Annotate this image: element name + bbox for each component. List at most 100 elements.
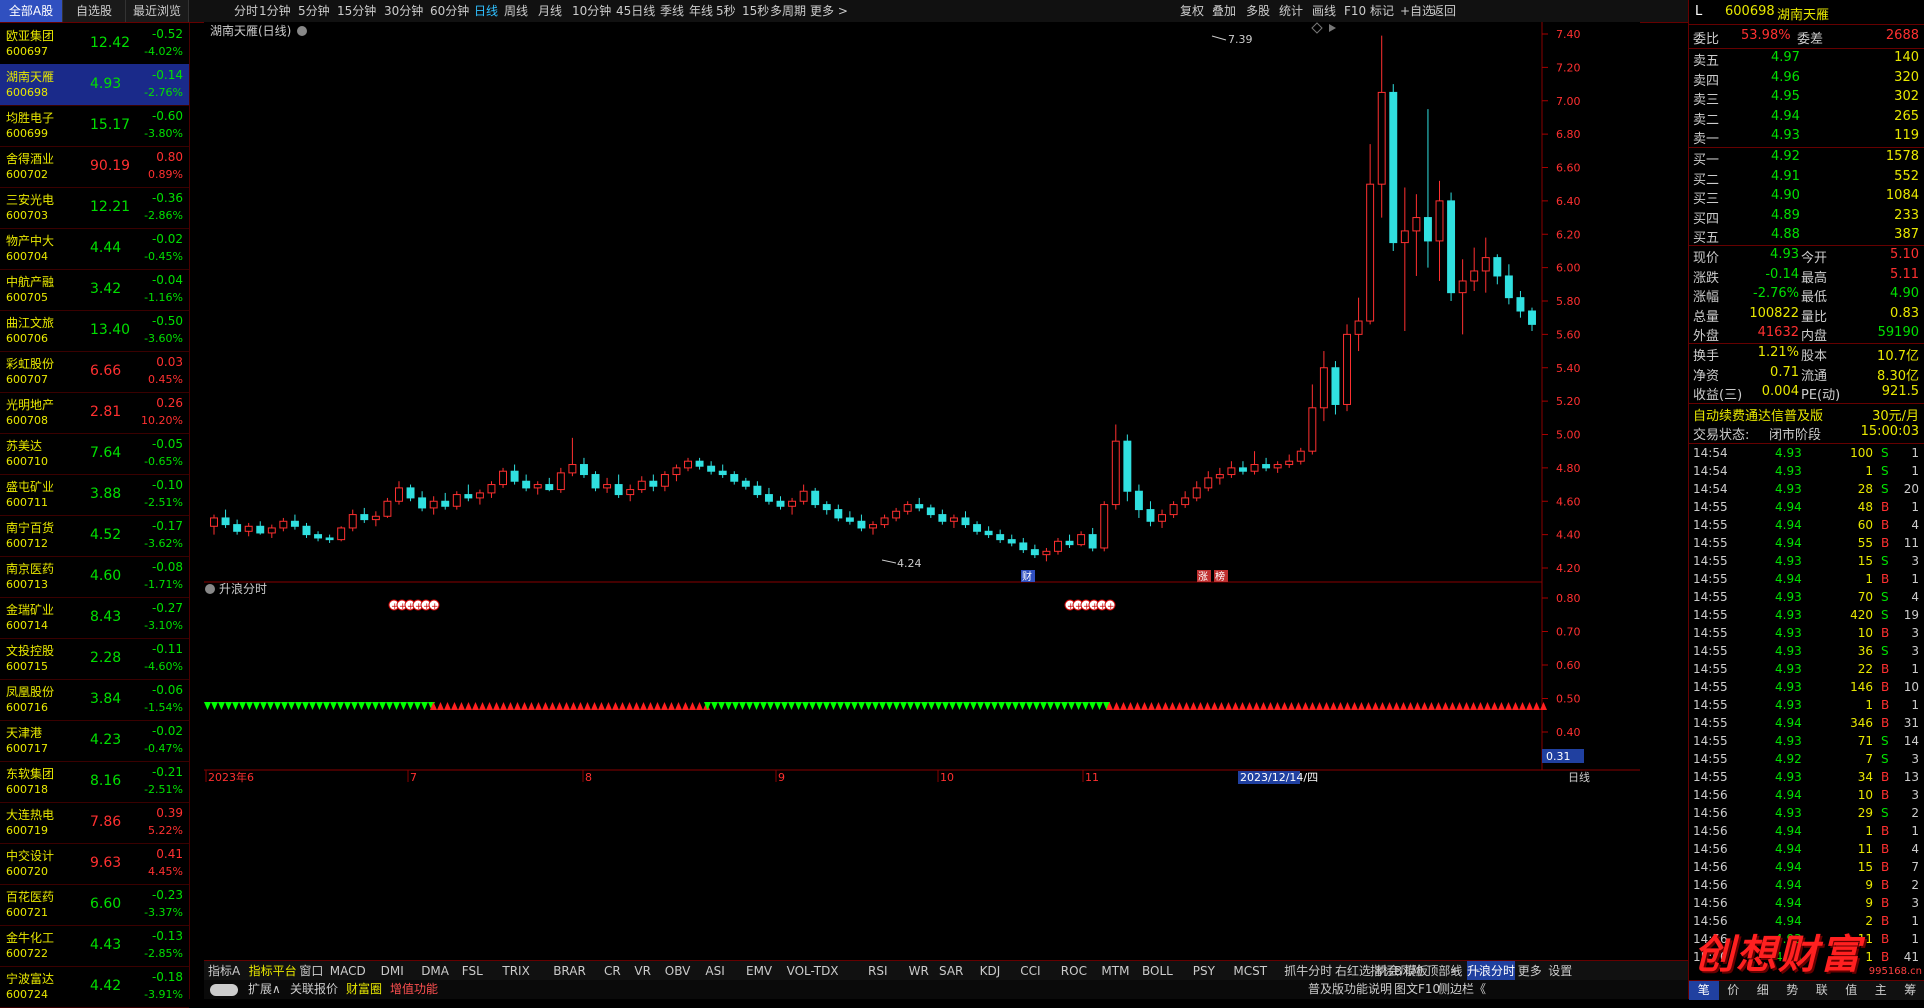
period-tab[interactable]: 45日线: [616, 0, 655, 22]
indicator-tab[interactable]: MCST: [1233, 961, 1267, 981]
indicator-tab[interactable]: OBV: [665, 961, 691, 981]
indicator-tab[interactable]: PSY: [1193, 961, 1215, 981]
period-tab[interactable]: 周线: [504, 0, 528, 22]
indicator-tab[interactable]: CCI: [1020, 961, 1040, 981]
ask-row[interactable]: 卖三4.95302: [1689, 89, 1924, 108]
toolbar-action-button[interactable]: 复权: [1180, 0, 1204, 22]
stock-row[interactable]: 中交设计6007209.630.414.45%: [0, 843, 189, 885]
extension-link[interactable]: 侧边栏《: [1438, 980, 1486, 999]
indicator-tab[interactable]: TRIX: [502, 961, 529, 981]
quote-bottom-tab[interactable]: 主: [1866, 981, 1896, 1000]
bid-row[interactable]: 买一4.921578: [1689, 149, 1924, 168]
tab-watchlist[interactable]: 自选股: [63, 0, 126, 22]
stock-row[interactable]: 欧亚集团60069712.42-0.52-4.02%: [0, 23, 189, 65]
toolbar-action-button[interactable]: 画线: [1312, 0, 1336, 22]
extension-link[interactable]: 普及版功能说明: [1308, 980, 1392, 999]
indicator-tab[interactable]: ROC: [1061, 961, 1087, 981]
period-tab[interactable]: 30分钟: [384, 0, 423, 22]
indicator-tab[interactable]: MTM: [1101, 961, 1129, 981]
period-tab[interactable]: 1分钟: [259, 0, 291, 22]
tab-recent[interactable]: 最近浏览: [126, 0, 189, 22]
quote-bottom-tab[interactable]: 值: [1837, 981, 1867, 1000]
indicator-tab[interactable]: SAR: [939, 961, 963, 981]
promo-row[interactable]: 自动续费通达信普及版30元/月: [1689, 405, 1924, 424]
period-tab[interactable]: 60分钟: [430, 0, 469, 22]
stock-row[interactable]: 凤凰股份6007163.84-0.06-1.54%: [0, 679, 189, 721]
stock-row[interactable]: 湖南天雁6006984.93-0.14-2.76%: [0, 64, 189, 106]
period-tab[interactable]: 年线: [689, 0, 713, 22]
indicator-tab[interactable]: RSI: [868, 961, 888, 981]
stock-row[interactable]: 天津港6007174.23-0.02-0.47%: [0, 720, 189, 762]
indicator-tab[interactable]: MACD: [330, 961, 366, 981]
period-tab[interactable]: 15秒: [742, 0, 769, 22]
extension-tab[interactable]: 财富圈: [346, 980, 382, 999]
ask-row[interactable]: 卖二4.94265: [1689, 109, 1924, 128]
stock-row[interactable]: 大连热电6007197.860.395.22%: [0, 802, 189, 844]
indicator-tab[interactable]: ASI: [705, 961, 724, 981]
quote-bottom-tab[interactable]: 价: [1719, 981, 1749, 1000]
ask-row[interactable]: 卖四4.96320: [1689, 70, 1924, 89]
indicator-tab[interactable]: CR: [604, 961, 621, 981]
extension-tab[interactable]: 增值功能: [390, 980, 438, 999]
indicator-tab[interactable]: EMV: [746, 961, 772, 981]
indicator-tab[interactable]: BOLL: [1142, 961, 1173, 981]
indicator-tab[interactable]: 右红选: [1335, 961, 1371, 981]
toolbar-action-button[interactable]: 统计: [1279, 0, 1303, 22]
period-tab[interactable]: 15分钟: [337, 0, 376, 22]
quote-bottom-tab[interactable]: 筹: [1896, 981, 1924, 1000]
stock-row[interactable]: 曲江文旅60070613.40-0.50-3.60%: [0, 310, 189, 352]
indicator-tab[interactable]: FSL: [462, 961, 483, 981]
promo-text[interactable]: 自动续费通达信普及版: [1693, 405, 1823, 424]
stock-row[interactable]: 三安光电60070312.21-0.36-2.86%: [0, 187, 189, 229]
indicator-tab[interactable]: 窗口: [299, 961, 323, 981]
quote-bottom-tab[interactable]: 笔: [1689, 981, 1719, 1000]
bid-row[interactable]: 买五4.88387: [1689, 227, 1924, 246]
stock-row[interactable]: 宁波富达6007244.42-0.18-3.91%: [0, 966, 189, 1008]
stock-row[interactable]: 东软集团6007188.16-0.21-2.51%: [0, 761, 189, 803]
period-tab[interactable]: 更多 >: [810, 0, 848, 22]
indicator-tab[interactable]: 更多: [1518, 961, 1542, 981]
stock-row[interactable]: 南宁百货6007124.52-0.17-3.62%: [0, 515, 189, 557]
extension-tab[interactable]: 关联报价: [290, 980, 338, 999]
toolbar-action-button[interactable]: F10: [1344, 0, 1366, 22]
bid-row[interactable]: 买三4.901084: [1689, 188, 1924, 207]
indicator-b-control[interactable]: 指标B: [1370, 961, 1402, 981]
stock-row[interactable]: 盛屯矿业6007113.88-0.10-2.51%: [0, 474, 189, 516]
ask-row[interactable]: 卖五4.97140: [1689, 50, 1924, 69]
period-tab[interactable]: 5分钟: [298, 0, 330, 22]
toolbar-action-button[interactable]: 返回: [1432, 0, 1456, 22]
stock-row[interactable]: 光明地产6007082.810.2610.20%: [0, 392, 189, 434]
indicator-tab[interactable]: 抓牛分时: [1284, 961, 1332, 981]
toggle-switch[interactable]: [210, 980, 238, 999]
period-tab[interactable]: 分时: [234, 0, 258, 22]
indicator-tab[interactable]: DMA: [421, 961, 449, 981]
stock-row[interactable]: 百花医药6007216.60-0.23-3.37%: [0, 884, 189, 926]
indicator-b-control[interactable]: +: [1450, 961, 1460, 981]
indicator-tab[interactable]: DMI: [381, 961, 404, 981]
stock-row[interactable]: 舍得酒业60070290.190.800.89%: [0, 146, 189, 188]
tab-all-a-shares[interactable]: 全部A股: [0, 0, 63, 22]
stock-row[interactable]: 彩虹股份6007076.660.030.45%: [0, 351, 189, 393]
quote-bottom-tab[interactable]: 细: [1748, 981, 1778, 1000]
quote-bottom-tab[interactable]: 联: [1807, 981, 1837, 1000]
extension-tab[interactable]: 扩展∧: [248, 980, 281, 999]
bid-row[interactable]: 买四4.89233: [1689, 208, 1924, 227]
period-tab[interactable]: 日线: [474, 0, 498, 22]
indicator-tab[interactable]: VR: [634, 961, 651, 981]
ask-row[interactable]: 卖一4.93119: [1689, 128, 1924, 147]
period-tab[interactable]: 10分钟: [572, 0, 611, 22]
period-tab[interactable]: 多周期: [770, 0, 806, 22]
toolbar-action-button[interactable]: +自选: [1400, 0, 1434, 22]
indicator-tab[interactable]: KDJ: [980, 961, 1001, 981]
period-tab[interactable]: 季线: [660, 0, 684, 22]
indicator-b-control[interactable]: 模板: [1404, 961, 1428, 981]
indicator-tab[interactable]: 升浪分时: [1467, 961, 1515, 981]
indicator-tab[interactable]: VOL-TDX: [787, 961, 839, 981]
bid-row[interactable]: 买二4.91552: [1689, 169, 1924, 188]
indicator-tab[interactable]: 指标平台: [249, 961, 297, 981]
indicator-tab[interactable]: WR: [909, 961, 929, 981]
indicator-tab[interactable]: 指标A: [208, 961, 240, 981]
stock-row[interactable]: 物产中大6007044.44-0.02-0.45%: [0, 228, 189, 270]
quote-bottom-tab[interactable]: 势: [1778, 981, 1808, 1000]
stock-row[interactable]: 苏美达6007107.64-0.05-0.65%: [0, 433, 189, 475]
